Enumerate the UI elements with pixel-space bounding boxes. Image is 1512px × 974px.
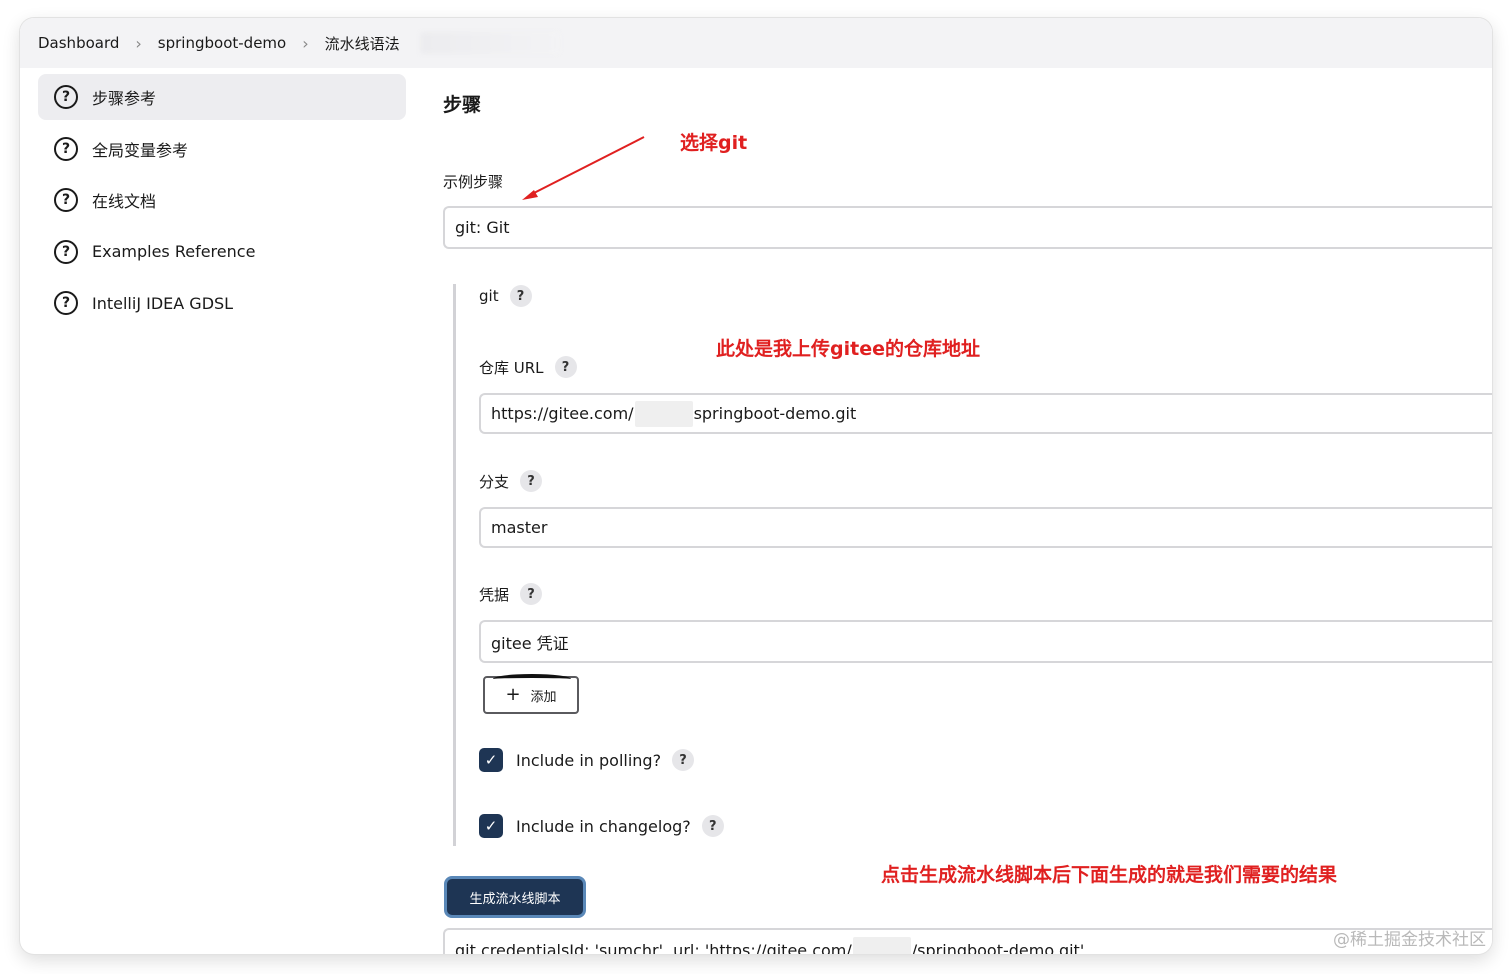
sidebar-item-label: 全局变量参考 [92, 140, 189, 160]
credentials-value: gitee 凭证 [491, 633, 569, 653]
help-icon[interactable]: ? [520, 583, 543, 605]
add-button-label: 添加 [530, 689, 557, 705]
annotation-select-git: 选择git [680, 132, 748, 154]
redacted-region [852, 937, 911, 954]
sample-step-label: 示例步骤 [443, 173, 504, 191]
help-circle-icon: ? [54, 136, 78, 161]
annotation-result-note: 点击生成流水线脚本后下面生成的就是我们需要的结果 [881, 864, 1338, 886]
repo-url-input[interactable]: https://gitee.com/ springboot-demo.git [479, 393, 1492, 434]
add-credentials-button[interactable]: + 添加 [483, 674, 579, 714]
branch-value: master [491, 518, 548, 537]
annotation-arrow [522, 136, 645, 200]
branch-input[interactable]: master [479, 507, 1492, 548]
chevron-right-icon: › [302, 33, 309, 53]
breadcrumb-project[interactable]: springboot-demo [158, 34, 286, 52]
help-icon[interactable]: ? [520, 470, 543, 492]
generate-pipeline-script-button[interactable]: 生成流水线脚本 [444, 876, 586, 918]
sidebar-item-label: 步骤参考 [92, 89, 157, 108]
branch-label-text: 分支 [479, 472, 510, 491]
sidebar-item-global-variables[interactable]: ? 全局变量参考 [38, 126, 406, 172]
redacted-region [634, 400, 693, 427]
help-circle-icon: ? [54, 239, 78, 264]
help-icon[interactable]: ? [672, 749, 695, 771]
page-title: 步骤 [443, 94, 482, 116]
app-window: Dashboard › springboot-demo › 流水线语法 ? 步骤… [20, 18, 1492, 954]
help-icon[interactable]: ? [554, 356, 577, 378]
plus-icon: + [505, 684, 521, 705]
help-icon[interactable]: ? [509, 285, 532, 307]
watermark: @稀土掘金技术社区 [1333, 930, 1486, 950]
sidebar-item-steps-reference[interactable]: ? 步骤参考 [38, 74, 406, 120]
help-circle-icon: ? [54, 188, 78, 212]
script-prefix: git credentialsId: 'sumchr', url: 'https… [455, 940, 852, 955]
sample-step-select[interactable]: git: Git [443, 206, 1492, 249]
sidebar-item-online-docs[interactable]: ? 在线文档 [38, 177, 406, 223]
blurred-region [419, 32, 560, 54]
credentials-select[interactable]: gitee 凭证 [479, 620, 1492, 663]
script-suffix: /springboot-demo.git' [911, 940, 1085, 955]
repo-url-label-text: 仓库 URL [479, 358, 544, 377]
breadcrumb-pipeline-syntax[interactable]: 流水线语法 [325, 33, 400, 54]
repo-url-prefix: https://gitee.com/ [491, 404, 634, 423]
chevron-right-icon: › [135, 33, 142, 53]
help-circle-icon: ? [54, 291, 78, 315]
sidebar-item-label: IntelliJ IDEA GDSL [92, 293, 234, 313]
include-changelog-row: ✓ Include in changelog? ? [479, 814, 724, 838]
breadcrumb-dashboard[interactable]: Dashboard [38, 34, 119, 52]
git-label: git ? [479, 285, 532, 307]
include-changelog-label: Include in changelog? [516, 816, 691, 836]
help-circle-icon: ? [54, 85, 78, 109]
credentials-label-text: 凭据 [479, 585, 510, 604]
branch-label: 分支 ? [479, 470, 543, 492]
repo-url-label: 仓库 URL ? [479, 356, 577, 378]
credentials-label: 凭据 ? [479, 583, 543, 605]
git-label-text: git [479, 287, 499, 305]
annotation-repo-note: 此处是我上传gitee的仓库地址 [716, 338, 980, 360]
section-divider [453, 284, 456, 846]
repo-url-suffix: springboot-demo.git [693, 404, 857, 423]
include-polling-checkbox[interactable]: ✓ [479, 748, 503, 772]
sidebar-item-examples-reference[interactable]: ? Examples Reference [38, 229, 406, 275]
sidebar-item-label: Examples Reference [92, 242, 256, 261]
include-changelog-checkbox[interactable]: ✓ [479, 814, 503, 838]
include-polling-label: Include in polling? [516, 750, 662, 770]
breadcrumb: Dashboard › springboot-demo › 流水线语法 [20, 18, 1492, 68]
sidebar: ? 步骤参考 ? 全局变量参考 ? 在线文档 ? Examples Refere… [38, 74, 406, 332]
help-icon[interactable]: ? [701, 815, 724, 837]
sidebar-item-label: 在线文档 [92, 192, 157, 211]
sample-step-value: git: Git [455, 218, 510, 237]
sidebar-item-intellij-gdsl[interactable]: ? IntelliJ IDEA GDSL [38, 280, 406, 326]
include-polling-row: ✓ Include in polling? ? [479, 748, 695, 772]
